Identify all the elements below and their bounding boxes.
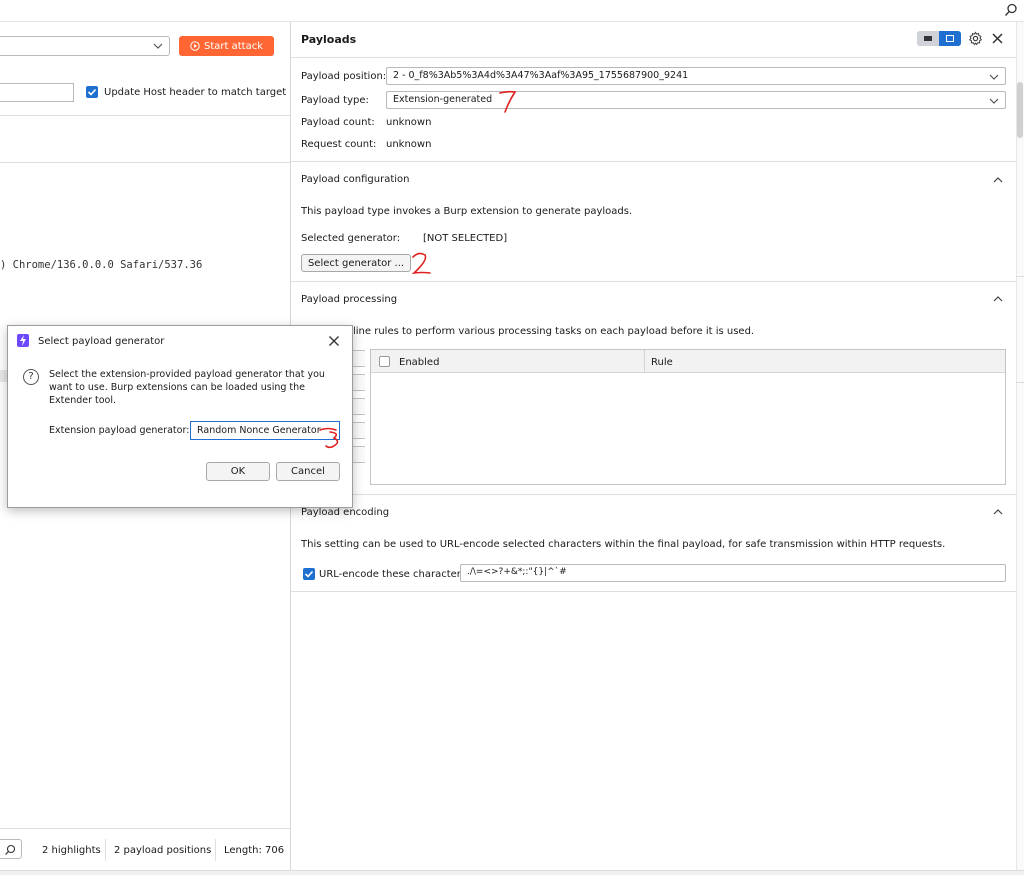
url-encode-chars-input[interactable]: ./\=<>?+&*;:"{}|^`#: [460, 564, 1006, 582]
chevron-down-icon: [989, 98, 999, 104]
select-all-checkbox[interactable]: [379, 356, 390, 367]
column-divider[interactable]: [644, 350, 645, 373]
add-rule-button[interactable]: [351, 350, 365, 367]
column-enabled[interactable]: Enabled: [399, 357, 439, 368]
selected-generator-label: Selected generator:: [301, 233, 401, 244]
url-encode-checkbox[interactable]: [303, 568, 315, 580]
editor-status-bar: 2 highlights 2 payload positions Length:…: [0, 828, 290, 870]
table-header: Enabled Rule: [371, 350, 1005, 373]
select-payload-generator-dialog: Select payload generator ? Select the ex…: [7, 325, 353, 508]
payload-positions-count: 2 payload positions: [114, 845, 212, 856]
search-icon[interactable]: [1004, 3, 1018, 17]
request-length: Length: 706: [224, 845, 285, 856]
extension-icon: [17, 334, 29, 347]
search-icon: [5, 844, 16, 855]
generator-label: Extension payload generator:: [49, 425, 190, 436]
encoding-section-title: Payload encoding: [301, 507, 390, 518]
payload-count-value: unknown: [386, 117, 432, 128]
close-icon[interactable]: [328, 335, 340, 347]
url-encode-chars-value: ./\=<>?+&*;:"{}|^`#: [467, 567, 567, 577]
divider: [0, 115, 290, 116]
scrollbar-track[interactable]: [1016, 22, 1024, 870]
status-separator: [215, 839, 216, 861]
top-strip: [0, 0, 1024, 22]
status-separator: [105, 839, 106, 861]
chevron-down-icon: [153, 43, 163, 49]
divider: [291, 281, 1016, 282]
annotation-2: [411, 252, 431, 275]
chevron-up-icon[interactable]: [993, 176, 1003, 183]
update-host-label: Update Host header to match target: [104, 87, 287, 98]
target-host-input[interactable]: [0, 83, 74, 102]
divider: [291, 494, 1016, 495]
column-rule[interactable]: Rule: [651, 357, 673, 368]
move-down-rule-button[interactable]: [351, 446, 365, 463]
attack-type-select[interactable]: [0, 36, 170, 56]
config-description: This payload type invokes a Burp extensi…: [301, 206, 633, 217]
start-attack-button[interactable]: Start attack: [179, 36, 274, 56]
dialog-titlebar[interactable]: Select payload generator: [8, 326, 352, 356]
gear-icon[interactable]: [968, 31, 983, 46]
layout-horizontal-icon: [924, 36, 932, 41]
url-encode-label: URL-encode these characters:: [319, 569, 470, 580]
chevron-up-icon[interactable]: [993, 295, 1003, 302]
dialog-title: Select payload generator: [38, 336, 165, 347]
processing-rules-table[interactable]: Enabled Rule: [370, 349, 1006, 485]
request-count-label: Request count:: [301, 139, 377, 150]
check-icon: [87, 88, 97, 96]
close-icon[interactable]: [991, 32, 1004, 45]
request-editor-text[interactable]: ) Chrome/136.0.0.0 Safari/537.36: [0, 259, 202, 271]
divider: [291, 57, 1016, 58]
divider: [1016, 382, 1024, 383]
payload-position-value: 2 - 0_f8%3Ab5%3A4d%3A47%3Aaf%3A95_175568…: [393, 70, 689, 81]
layout-toggle[interactable]: [917, 31, 961, 46]
divider: [291, 591, 1016, 592]
payload-count-label: Payload count:: [301, 117, 375, 128]
edit-rule-button[interactable]: [351, 374, 365, 391]
update-host-checkbox[interactable]: [86, 86, 98, 98]
ok-button[interactable]: OK: [206, 462, 270, 481]
annotation-1: [499, 90, 517, 113]
selected-generator-value: [NOT SELECTED]: [423, 233, 508, 244]
processing-description: line rules to perform various processing…: [353, 326, 755, 337]
move-up-rule-button[interactable]: [351, 422, 365, 439]
chevron-down-icon: [989, 74, 999, 80]
window-bottom-edge: [0, 870, 1024, 875]
select-generator-button[interactable]: Select generator ...: [301, 254, 411, 272]
scrollbar-thumb[interactable]: [1017, 82, 1023, 138]
payload-position-label: Payload position:: [301, 71, 387, 82]
encoding-description: This setting can be used to URL-encode s…: [301, 539, 946, 550]
panel-title: Payloads: [301, 33, 357, 46]
layout-vertical-icon: [946, 35, 954, 42]
annotation-3: [319, 427, 339, 449]
divider: [1016, 276, 1024, 277]
question-icon: ?: [23, 369, 39, 385]
payload-type-select[interactable]: Extension-generated: [386, 91, 1006, 109]
divider: [0, 162, 290, 163]
payload-position-select[interactable]: 2 - 0_f8%3Ab5%3A4d%3A47%3Aaf%3A95_175568…: [386, 67, 1006, 85]
highlights-count: 2 highlights: [42, 845, 101, 856]
remove-rule-button[interactable]: [351, 398, 365, 415]
processing-section-title: Payload processing: [301, 294, 398, 305]
dialog-message: Select the extension-provided payload ge…: [49, 369, 325, 406]
editor-search-input[interactable]: [0, 839, 22, 859]
play-circle-icon: [190, 41, 200, 51]
config-section-title: Payload configuration: [301, 174, 410, 185]
payload-type-value: Extension-generated: [393, 94, 493, 105]
cancel-button[interactable]: Cancel: [276, 462, 340, 481]
payload-type-label: Payload type:: [301, 95, 369, 106]
start-attack-label: Start attack: [204, 40, 263, 52]
chevron-up-icon[interactable]: [993, 508, 1003, 515]
request-count-value: unknown: [386, 139, 432, 150]
divider: [291, 161, 1016, 162]
payloads-panel: Payloads Payload position: 2 - 0_f8%3Ab5…: [291, 22, 1016, 870]
check-icon: [304, 570, 314, 578]
